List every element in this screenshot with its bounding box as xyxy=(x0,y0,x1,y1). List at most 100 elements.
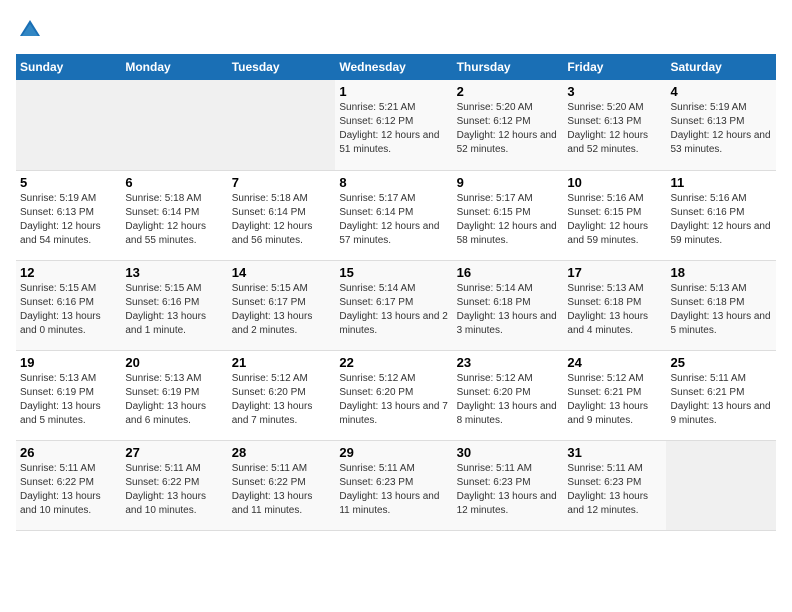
day-number: 30 xyxy=(457,445,560,460)
day-number: 8 xyxy=(339,175,448,190)
day-sunrise: Sunrise: 5:13 AMSunset: 6:19 PMDaylight:… xyxy=(20,373,101,426)
calendar-cell: 21 Sunrise: 5:12 AMSunset: 6:20 PMDaylig… xyxy=(228,350,336,440)
calendar-cell: 16 Sunrise: 5:14 AMSunset: 6:18 PMDaylig… xyxy=(453,260,564,350)
day-sunrise: Sunrise: 5:15 AMSunset: 6:16 PMDaylight:… xyxy=(20,283,101,336)
day-sunrise: Sunrise: 5:12 AMSunset: 6:21 PMDaylight:… xyxy=(567,373,648,426)
header-monday: Monday xyxy=(121,54,227,80)
day-sunrise: Sunrise: 5:16 AMSunset: 6:15 PMDaylight:… xyxy=(567,193,648,246)
day-sunrise: Sunrise: 5:19 AMSunset: 6:13 PMDaylight:… xyxy=(670,102,770,155)
header-tuesday: Tuesday xyxy=(228,54,336,80)
day-sunrise: Sunrise: 5:17 AMSunset: 6:15 PMDaylight:… xyxy=(457,193,557,246)
day-sunrise: Sunrise: 5:18 AMSunset: 6:14 PMDaylight:… xyxy=(125,193,206,246)
day-number: 2 xyxy=(457,84,560,99)
day-number: 26 xyxy=(20,445,117,460)
day-sunrise: Sunrise: 5:13 AMSunset: 6:18 PMDaylight:… xyxy=(670,283,770,336)
calendar-cell: 7 Sunrise: 5:18 AMSunset: 6:14 PMDayligh… xyxy=(228,170,336,260)
header-friday: Friday xyxy=(563,54,666,80)
calendar-week-row: 12 Sunrise: 5:15 AMSunset: 6:16 PMDaylig… xyxy=(16,260,776,350)
calendar-cell: 8 Sunrise: 5:17 AMSunset: 6:14 PMDayligh… xyxy=(335,170,452,260)
calendar-cell: 28 Sunrise: 5:11 AMSunset: 6:22 PMDaylig… xyxy=(228,440,336,530)
calendar-cell: 6 Sunrise: 5:18 AMSunset: 6:14 PMDayligh… xyxy=(121,170,227,260)
calendar-cell: 15 Sunrise: 5:14 AMSunset: 6:17 PMDaylig… xyxy=(335,260,452,350)
day-sunrise: Sunrise: 5:12 AMSunset: 6:20 PMDaylight:… xyxy=(232,373,313,426)
calendar-cell: 19 Sunrise: 5:13 AMSunset: 6:19 PMDaylig… xyxy=(16,350,121,440)
calendar-cell: 18 Sunrise: 5:13 AMSunset: 6:18 PMDaylig… xyxy=(666,260,776,350)
day-number: 20 xyxy=(125,355,223,370)
day-number: 23 xyxy=(457,355,560,370)
calendar-cell: 30 Sunrise: 5:11 AMSunset: 6:23 PMDaylig… xyxy=(453,440,564,530)
day-number: 1 xyxy=(339,84,448,99)
day-number: 4 xyxy=(670,84,772,99)
day-sunrise: Sunrise: 5:20 AMSunset: 6:12 PMDaylight:… xyxy=(457,102,557,155)
day-number: 21 xyxy=(232,355,332,370)
calendar-cell: 20 Sunrise: 5:13 AMSunset: 6:19 PMDaylig… xyxy=(121,350,227,440)
header-sunday: Sunday xyxy=(16,54,121,80)
day-number: 25 xyxy=(670,355,772,370)
logo-icon xyxy=(16,16,44,44)
calendar-table: SundayMondayTuesdayWednesdayThursdayFrid… xyxy=(16,54,776,531)
calendar-cell xyxy=(228,80,336,170)
logo xyxy=(16,16,48,44)
calendar-cell: 17 Sunrise: 5:13 AMSunset: 6:18 PMDaylig… xyxy=(563,260,666,350)
calendar-cell xyxy=(121,80,227,170)
calendar-cell: 25 Sunrise: 5:11 AMSunset: 6:21 PMDaylig… xyxy=(666,350,776,440)
header-saturday: Saturday xyxy=(666,54,776,80)
calendar-cell: 12 Sunrise: 5:15 AMSunset: 6:16 PMDaylig… xyxy=(16,260,121,350)
day-sunrise: Sunrise: 5:12 AMSunset: 6:20 PMDaylight:… xyxy=(457,373,557,426)
day-sunrise: Sunrise: 5:13 AMSunset: 6:19 PMDaylight:… xyxy=(125,373,206,426)
day-number: 11 xyxy=(670,175,772,190)
calendar-cell: 14 Sunrise: 5:15 AMSunset: 6:17 PMDaylig… xyxy=(228,260,336,350)
day-sunrise: Sunrise: 5:11 AMSunset: 6:22 PMDaylight:… xyxy=(232,463,313,516)
day-sunrise: Sunrise: 5:13 AMSunset: 6:18 PMDaylight:… xyxy=(567,283,648,336)
calendar-header-row: SundayMondayTuesdayWednesdayThursdayFrid… xyxy=(16,54,776,80)
calendar-cell: 13 Sunrise: 5:15 AMSunset: 6:16 PMDaylig… xyxy=(121,260,227,350)
day-sunrise: Sunrise: 5:19 AMSunset: 6:13 PMDaylight:… xyxy=(20,193,101,246)
calendar-cell: 4 Sunrise: 5:19 AMSunset: 6:13 PMDayligh… xyxy=(666,80,776,170)
day-number: 15 xyxy=(339,265,448,280)
calendar-cell: 5 Sunrise: 5:19 AMSunset: 6:13 PMDayligh… xyxy=(16,170,121,260)
day-number: 29 xyxy=(339,445,448,460)
calendar-week-row: 1 Sunrise: 5:21 AMSunset: 6:12 PMDayligh… xyxy=(16,80,776,170)
day-number: 28 xyxy=(232,445,332,460)
day-number: 22 xyxy=(339,355,448,370)
day-number: 7 xyxy=(232,175,332,190)
calendar-cell: 9 Sunrise: 5:17 AMSunset: 6:15 PMDayligh… xyxy=(453,170,564,260)
day-sunrise: Sunrise: 5:21 AMSunset: 6:12 PMDaylight:… xyxy=(339,102,439,155)
day-sunrise: Sunrise: 5:11 AMSunset: 6:23 PMDaylight:… xyxy=(567,463,648,516)
day-sunrise: Sunrise: 5:18 AMSunset: 6:14 PMDaylight:… xyxy=(232,193,313,246)
day-number: 6 xyxy=(125,175,223,190)
day-number: 5 xyxy=(20,175,117,190)
header-thursday: Thursday xyxy=(453,54,564,80)
calendar-cell: 22 Sunrise: 5:12 AMSunset: 6:20 PMDaylig… xyxy=(335,350,452,440)
day-number: 14 xyxy=(232,265,332,280)
day-sunrise: Sunrise: 5:11 AMSunset: 6:22 PMDaylight:… xyxy=(125,463,206,516)
day-sunrise: Sunrise: 5:11 AMSunset: 6:23 PMDaylight:… xyxy=(339,463,439,516)
day-sunrise: Sunrise: 5:15 AMSunset: 6:16 PMDaylight:… xyxy=(125,283,206,336)
day-number: 3 xyxy=(567,84,662,99)
day-number: 19 xyxy=(20,355,117,370)
calendar-week-row: 26 Sunrise: 5:11 AMSunset: 6:22 PMDaylig… xyxy=(16,440,776,530)
calendar-cell: 1 Sunrise: 5:21 AMSunset: 6:12 PMDayligh… xyxy=(335,80,452,170)
day-number: 10 xyxy=(567,175,662,190)
calendar-cell: 23 Sunrise: 5:12 AMSunset: 6:20 PMDaylig… xyxy=(453,350,564,440)
calendar-week-row: 19 Sunrise: 5:13 AMSunset: 6:19 PMDaylig… xyxy=(16,350,776,440)
day-number: 31 xyxy=(567,445,662,460)
day-number: 24 xyxy=(567,355,662,370)
calendar-cell: 27 Sunrise: 5:11 AMSunset: 6:22 PMDaylig… xyxy=(121,440,227,530)
day-sunrise: Sunrise: 5:20 AMSunset: 6:13 PMDaylight:… xyxy=(567,102,648,155)
calendar-cell: 29 Sunrise: 5:11 AMSunset: 6:23 PMDaylig… xyxy=(335,440,452,530)
page-header xyxy=(16,16,776,44)
day-number: 27 xyxy=(125,445,223,460)
day-sunrise: Sunrise: 5:11 AMSunset: 6:22 PMDaylight:… xyxy=(20,463,101,516)
calendar-cell: 24 Sunrise: 5:12 AMSunset: 6:21 PMDaylig… xyxy=(563,350,666,440)
day-number: 16 xyxy=(457,265,560,280)
calendar-cell: 2 Sunrise: 5:20 AMSunset: 6:12 PMDayligh… xyxy=(453,80,564,170)
day-number: 9 xyxy=(457,175,560,190)
calendar-cell: 11 Sunrise: 5:16 AMSunset: 6:16 PMDaylig… xyxy=(666,170,776,260)
day-sunrise: Sunrise: 5:14 AMSunset: 6:18 PMDaylight:… xyxy=(457,283,557,336)
day-number: 17 xyxy=(567,265,662,280)
day-number: 12 xyxy=(20,265,117,280)
calendar-cell xyxy=(16,80,121,170)
day-number: 13 xyxy=(125,265,223,280)
calendar-cell xyxy=(666,440,776,530)
